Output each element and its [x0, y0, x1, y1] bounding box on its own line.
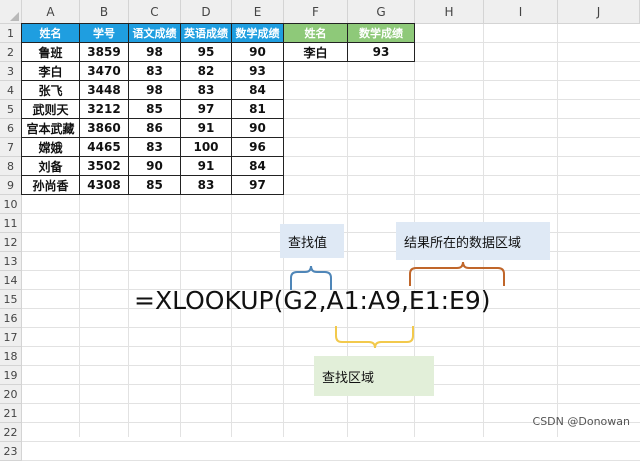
xlookup-formula: =XLOOKUP(G2,A1:A9,E1:E9) — [134, 286, 491, 315]
gridline-horizontal — [22, 441, 640, 442]
row-header-23[interactable]: 23 — [0, 442, 22, 461]
watermark: CSDN @Donowan — [532, 415, 630, 428]
search-range-brace — [335, 326, 414, 349]
result-range-brace — [409, 261, 505, 286]
brace-annotations — [290, 261, 505, 349]
spreadsheet: ABCDEFGHIJ 1 2 3 4 5 6 7 8 9 10 11 12 13 14 15 16 17 18 19… — [0, 0, 640, 461]
